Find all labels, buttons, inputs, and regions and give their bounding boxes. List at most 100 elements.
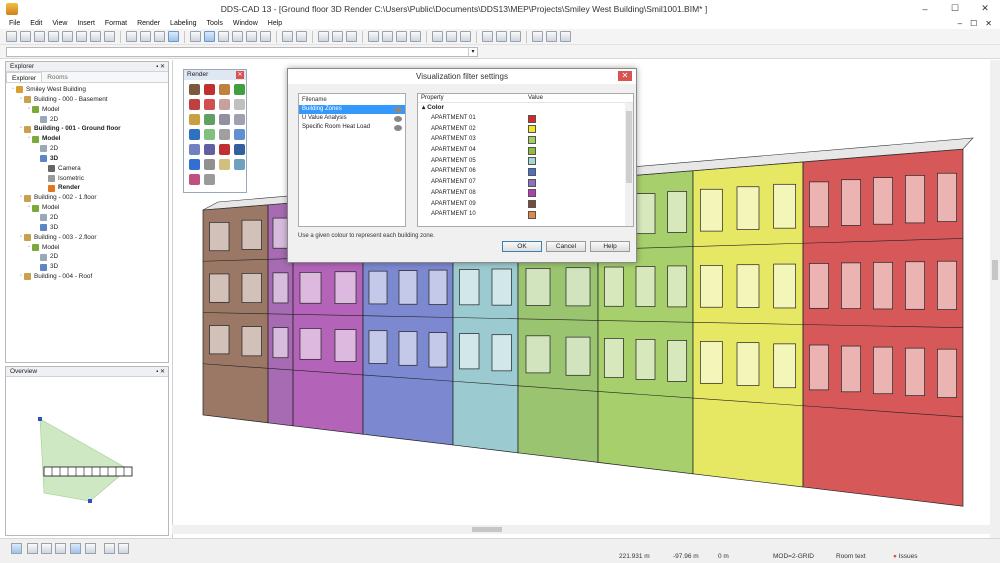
- tree-node[interactable]: 2D: [6, 115, 168, 125]
- property-row[interactable]: APARTMENT 04: [418, 145, 633, 156]
- layer-icon[interactable]: [446, 31, 457, 42]
- zoom-window-icon[interactable]: [190, 31, 201, 42]
- cross-icon[interactable]: [118, 543, 129, 554]
- property-row[interactable]: APARTMENT 08: [418, 188, 633, 199]
- select-icon[interactable]: [126, 31, 137, 42]
- menu-window[interactable]: Window: [228, 20, 263, 27]
- render-tool-icon[interactable]: [189, 84, 200, 95]
- window-icon[interactable]: [410, 31, 421, 42]
- render-icon[interactable]: [432, 31, 443, 42]
- measure-icon[interactable]: [282, 31, 293, 42]
- print-preview-icon[interactable]: [62, 31, 73, 42]
- tab-explorer[interactable]: Explorer: [6, 72, 43, 82]
- view-3d-icon[interactable]: [260, 31, 271, 42]
- render-tool-icon[interactable]: [219, 159, 230, 170]
- render-tool-icon[interactable]: [234, 159, 245, 170]
- overview-minimap[interactable]: [6, 377, 168, 535]
- new-icon[interactable]: [6, 31, 17, 42]
- tree-node[interactable]: 3D: [6, 154, 168, 164]
- zoom-all-icon[interactable]: [204, 31, 215, 42]
- render-tool-icon[interactable]: [219, 84, 230, 95]
- render-tool-icon[interactable]: [204, 129, 215, 140]
- view-top-icon[interactable]: [218, 31, 229, 42]
- render-tool-icon[interactable]: [234, 99, 245, 110]
- ok-button[interactable]: OK: [502, 241, 542, 252]
- wall-icon[interactable]: [382, 31, 393, 42]
- render-tool-icon[interactable]: [189, 129, 200, 140]
- house-icon[interactable]: [368, 31, 379, 42]
- target-point-icon[interactable]: [88, 499, 92, 503]
- color-swatch[interactable]: [528, 157, 536, 166]
- render-tool-icon[interactable]: [204, 99, 215, 110]
- cascade-icon[interactable]: [560, 31, 571, 42]
- render-tool-icon[interactable]: [189, 144, 200, 155]
- tree-node[interactable]: 2D: [6, 144, 168, 154]
- color-swatch[interactable]: [528, 200, 536, 208]
- render-tool-icon[interactable]: [189, 114, 200, 125]
- color-group[interactable]: ▴ Color: [418, 103, 633, 113]
- filter-file-item[interactable]: Building Zones: [299, 105, 405, 114]
- render-tool-icon[interactable]: [219, 144, 230, 155]
- issues-indicator[interactable]: ● Issues: [893, 553, 918, 560]
- menu-file[interactable]: File: [4, 20, 25, 27]
- vertical-scrollbar[interactable]: [990, 60, 1000, 538]
- open-icon[interactable]: [20, 31, 31, 42]
- tree-node[interactable]: Render: [6, 183, 168, 193]
- menu-edit[interactable]: Edit: [25, 20, 47, 27]
- tree-node[interactable]: ▫ Building - 003 - 2.floor: [6, 233, 168, 243]
- render-tool-icon[interactable]: [234, 129, 245, 140]
- tree-node[interactable]: ▫ Model: [6, 243, 168, 253]
- property-row[interactable]: APARTMENT 06: [418, 166, 633, 177]
- property-row[interactable]: APARTMENT 02: [418, 124, 633, 135]
- tree-node[interactable]: 2D: [6, 252, 168, 262]
- render-tool-icon[interactable]: [219, 129, 230, 140]
- view-side-icon[interactable]: [246, 31, 257, 42]
- property-row[interactable]: APARTMENT 05: [418, 156, 633, 167]
- ortho-icon[interactable]: [70, 543, 81, 554]
- tree-node[interactable]: ▫ Smiley West Building: [6, 85, 168, 95]
- tree-node[interactable]: ▫ Model: [6, 203, 168, 213]
- color-swatch[interactable]: [528, 167, 536, 176]
- layers-icon[interactable]: [41, 543, 52, 554]
- property-row[interactable]: APARTMENT 07: [418, 177, 633, 188]
- render-tool-icon[interactable]: [204, 159, 215, 170]
- redo-icon[interactable]: [104, 31, 115, 42]
- tree-node[interactable]: ▫ Building - 001 - Ground floor: [6, 124, 168, 134]
- tree-node[interactable]: Camera: [6, 164, 168, 174]
- color-swatch[interactable]: [528, 178, 536, 187]
- grid-icon[interactable]: [460, 31, 471, 42]
- filter-file-item[interactable]: U Value Analysis: [299, 114, 405, 123]
- help-button[interactable]: Help: [590, 241, 630, 252]
- tree-node[interactable]: Isometric: [6, 174, 168, 184]
- symbol-icon[interactable]: [318, 31, 329, 42]
- render-tool-icon[interactable]: [189, 159, 200, 170]
- color-swatch[interactable]: [528, 146, 536, 155]
- app-logo-icon[interactable]: [6, 2, 18, 15]
- render-tool-icon[interactable]: [219, 114, 230, 125]
- zoom-icon[interactable]: [140, 31, 151, 42]
- snap-grid-icon[interactable]: [11, 543, 22, 554]
- coordinate-icon[interactable]: [85, 543, 96, 554]
- maximize-button[interactable]: ☐: [940, 3, 970, 14]
- color-swatch[interactable]: [528, 114, 536, 123]
- scroll-thumb[interactable]: [992, 260, 998, 280]
- tree-node[interactable]: ▫ Building - 002 - 1.floor: [6, 193, 168, 203]
- render-tool-icon[interactable]: [189, 174, 200, 185]
- property-row[interactable]: APARTMENT 09: [418, 199, 633, 210]
- door-icon[interactable]: [396, 31, 407, 42]
- tile-icon[interactable]: [546, 31, 557, 42]
- color-swatch[interactable]: [528, 189, 536, 198]
- menu-insert[interactable]: Insert: [72, 20, 100, 27]
- section-icon[interactable]: [296, 31, 307, 42]
- color-swatch[interactable]: [528, 125, 536, 134]
- window-icon[interactable]: [104, 543, 115, 554]
- tree-node[interactable]: 3D: [6, 262, 168, 272]
- color-swatch[interactable]: [528, 135, 536, 144]
- pan-icon[interactable]: [154, 31, 165, 42]
- close-button[interactable]: ✕: [970, 3, 1000, 14]
- property-row[interactable]: APARTMENT 10: [418, 209, 633, 220]
- tab-rooms[interactable]: Rooms: [42, 72, 73, 82]
- pin-close-icons[interactable]: ▪ ✕: [156, 62, 165, 72]
- camera-point-icon[interactable]: [38, 417, 42, 421]
- dialog-close-button[interactable]: ✕: [618, 71, 632, 81]
